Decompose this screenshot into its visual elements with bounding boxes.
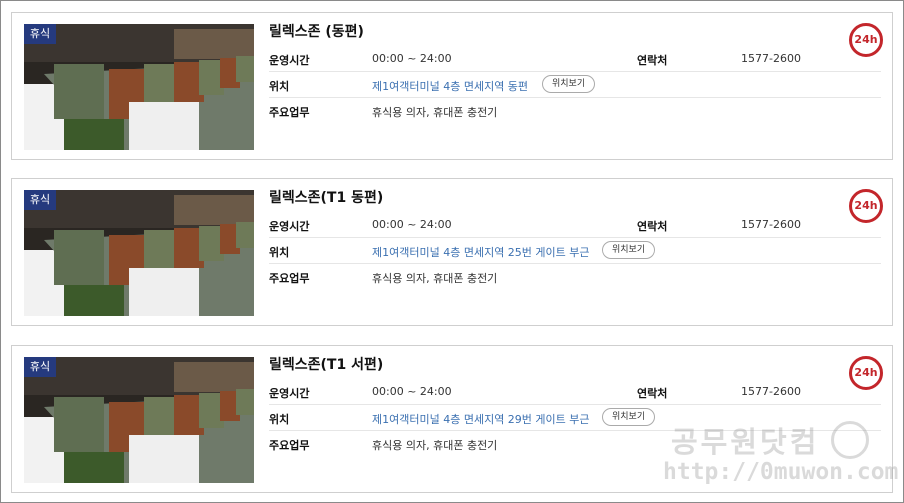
location-row: 위치 제1여객터미널 4층 면세지역 동편 위치보기: [269, 72, 881, 98]
duty-value: 휴식용 의자, 휴대폰 충전기: [372, 106, 498, 119]
hours-value: 00:00 ~ 24:00: [372, 385, 452, 398]
duty-label: 주요업무: [269, 439, 310, 452]
facility-photo[interactable]: 휴식: [24, 190, 254, 316]
watermark-url: http://0muwon.com: [663, 459, 899, 485]
hours-label: 운영시간: [269, 387, 310, 400]
contact-value: 1577-2600: [741, 52, 801, 65]
open-24h-icon: 24h: [849, 356, 883, 390]
location-label: 위치: [269, 413, 290, 426]
contact-value: 1577-2600: [741, 218, 801, 231]
duty-row: 주요업무 휴식용 의자, 휴대폰 충전기: [269, 98, 881, 123]
facility-title[interactable]: 릴렉스존 (동편): [269, 21, 364, 41]
contact-label: 연락처: [637, 387, 668, 400]
duty-value: 휴식용 의자, 휴대폰 충전기: [372, 272, 498, 285]
contact-label: 연락처: [637, 54, 668, 67]
location-row: 위치 제1여객터미널 4층 면세지역 25번 게이트 부근 위치보기: [269, 238, 881, 264]
facility-title[interactable]: 릴렉스존(T1 동편): [269, 187, 383, 207]
location-link[interactable]: 제1여객터미널 4층 면세지역 29번 게이트 부근: [372, 411, 590, 427]
duty-value: 휴식용 의자, 휴대폰 충전기: [372, 439, 498, 452]
location-label: 위치: [269, 80, 290, 93]
hours-label: 운영시간: [269, 54, 310, 67]
location-label: 위치: [269, 246, 290, 259]
view-location-button[interactable]: 위치보기: [602, 408, 656, 426]
location-link[interactable]: 제1여객터미널 4층 면세지역 25번 게이트 부근: [372, 244, 590, 260]
watermark-name: 공무원닷컴: [671, 425, 820, 459]
facility-card: 휴식 릴렉스존(T1 동편) 운영시간 00:00 ~ 24:00 연락처 15…: [11, 178, 893, 326]
hours-label: 운영시간: [269, 220, 310, 233]
open-24h-icon: 24h: [849, 23, 883, 57]
view-location-button[interactable]: 위치보기: [542, 75, 596, 93]
facility-photo[interactable]: 휴식: [24, 357, 254, 483]
duty-label: 주요업무: [269, 272, 310, 285]
hours-value: 00:00 ~ 24:00: [372, 218, 452, 231]
contact-label: 연락처: [637, 220, 668, 233]
category-badge: 휴식: [24, 357, 56, 377]
hours-row: 운영시간 00:00 ~ 24:00 연락처 1577-2600: [269, 212, 881, 238]
hours-row: 운영시간 00:00 ~ 24:00 연락처 1577-2600: [269, 46, 881, 72]
contact-value: 1577-2600: [741, 385, 801, 398]
hours-row: 운영시간 00:00 ~ 24:00 연락처 1577-2600: [269, 379, 881, 405]
facility-title[interactable]: 릴렉스존(T1 서편): [269, 354, 383, 374]
open-24h-icon: 24h: [849, 189, 883, 223]
facility-photo[interactable]: 휴식: [24, 24, 254, 150]
location-link[interactable]: 제1여객터미널 4층 면세지역 동편: [372, 78, 528, 94]
view-location-button[interactable]: 위치보기: [602, 241, 656, 259]
watermark-logo-icon: [831, 421, 869, 459]
category-badge: 휴식: [24, 190, 56, 210]
category-badge: 휴식: [24, 24, 56, 44]
duty-label: 주요업무: [269, 106, 310, 119]
duty-row: 주요업무 휴식용 의자, 휴대폰 충전기: [269, 264, 881, 289]
hours-value: 00:00 ~ 24:00: [372, 52, 452, 65]
facility-card: 휴식 릴렉스존 (동편) 운영시간 00:00 ~ 24:00 연락처 1577…: [11, 12, 893, 160]
